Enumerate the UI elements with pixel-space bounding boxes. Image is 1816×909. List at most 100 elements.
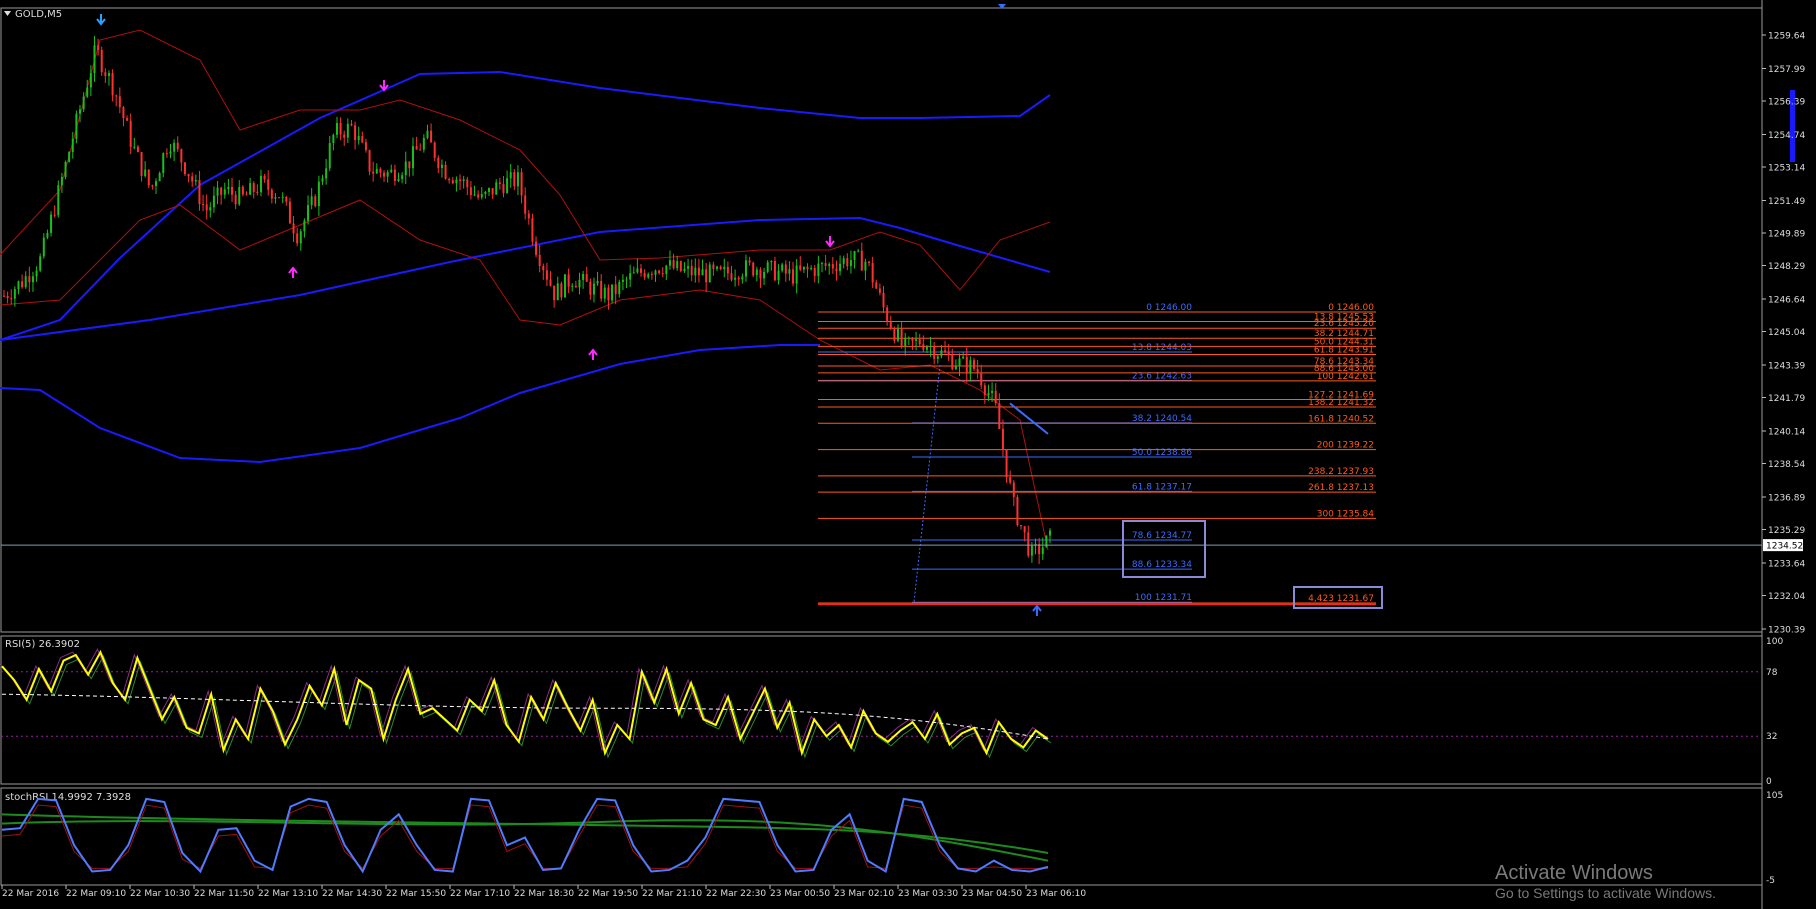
time-tick-label: 22 Mar 14:30 — [322, 889, 382, 899]
candle-body — [332, 134, 335, 144]
candle-body — [111, 72, 114, 96]
candle-body — [256, 191, 259, 193]
candle-body — [296, 233, 299, 244]
trading-chart[interactable]: GOLD,M5 1259.64 1257.99 1256.39 1254.74 1253… — [0, 0, 1816, 909]
candle-body — [241, 186, 244, 195]
candle-body — [140, 152, 143, 177]
candle-body — [991, 390, 994, 393]
price-tick-label: 1259.64 — [1768, 32, 1805, 42]
candle-body — [737, 277, 740, 280]
rsi-tick-label: 100 — [1766, 637, 1783, 647]
fib-down-label: 100 1231.71 — [1135, 593, 1192, 603]
candle-body — [89, 73, 92, 88]
candle-body — [679, 261, 682, 272]
candle-body — [147, 169, 150, 186]
candle-body — [802, 266, 805, 270]
candle-body — [886, 307, 889, 322]
activation-watermark: Activate Windows Go to Settings to activ… — [1495, 862, 1716, 901]
candle-body — [734, 277, 737, 280]
rsi-panel[interactable] — [0, 635, 1763, 785]
candle-body — [477, 194, 480, 198]
candle-body — [545, 270, 548, 280]
candle-body — [129, 120, 132, 147]
rsi-tick-label: 0 — [1766, 777, 1772, 787]
price-tick-label: 1246.64 — [1768, 296, 1805, 306]
candle-body — [357, 136, 360, 141]
rsi-tick-label: 32 — [1766, 732, 1777, 742]
fib-down-label: 78.6 1234.77 — [1132, 531, 1192, 541]
candle-body — [191, 176, 194, 182]
candle-body — [1016, 496, 1019, 526]
candle-body — [448, 178, 451, 181]
candle-body — [393, 169, 396, 181]
candle-body — [1041, 547, 1044, 555]
candle-body — [259, 175, 262, 193]
candle-body — [176, 142, 179, 150]
stochrsi-title: stochRSI 14.9992 7.3928 — [5, 792, 131, 803]
candle-body — [571, 285, 574, 287]
candle-body — [564, 274, 567, 298]
candle-body — [795, 265, 798, 284]
candle-body — [126, 118, 129, 121]
time-tick-label: 22 Mar 13:10 — [258, 889, 318, 899]
candle-body — [777, 270, 780, 281]
time-tick-label: 23 Mar 00:50 — [770, 889, 830, 899]
price-tick-label: 1257.99 — [1768, 65, 1805, 75]
price-tick-label: 1232.04 — [1768, 592, 1805, 602]
main-chart-panel[interactable] — [0, 7, 1763, 633]
candle-body — [567, 274, 570, 287]
candle-body — [104, 72, 107, 76]
candle-body — [187, 174, 190, 177]
candle-body — [1023, 526, 1026, 533]
candle-body — [621, 279, 624, 282]
candle-body — [701, 269, 704, 276]
candle-body — [582, 274, 585, 280]
candle-body — [527, 213, 530, 219]
candle-body — [719, 266, 722, 270]
candle-body — [944, 350, 947, 353]
candle-body — [712, 264, 715, 269]
candle-body — [13, 289, 16, 299]
candle-body — [469, 187, 472, 196]
candle-body — [144, 169, 147, 177]
fib-up-label: 238.2 1237.93 — [1308, 467, 1374, 477]
rsi-title: RSI(5) 26.3902 — [5, 639, 80, 650]
candle-body — [947, 352, 950, 355]
candle-body — [842, 258, 845, 264]
candle-body — [611, 284, 614, 301]
candle-body — [473, 194, 476, 196]
candle-body — [849, 260, 852, 267]
candle-body — [430, 130, 433, 143]
candle-body — [799, 265, 802, 270]
time-tick-label: 22 Mar 15:50 — [386, 889, 446, 899]
candle-body — [462, 179, 465, 182]
candle-body — [596, 280, 599, 284]
candle-body — [694, 267, 697, 276]
candle-body — [350, 123, 353, 126]
candle-body — [600, 280, 603, 299]
candle-body — [42, 237, 45, 257]
candle-body — [6, 295, 9, 299]
price-tick-label: 1235.29 — [1768, 526, 1805, 536]
candle-body — [28, 276, 31, 283]
candle-body — [198, 180, 201, 204]
candle-body — [122, 107, 125, 119]
candle-body — [372, 171, 375, 174]
candle-body — [281, 196, 284, 198]
candle-body — [419, 149, 422, 151]
candle-body — [165, 153, 168, 155]
fib-down-label: 38.2 1240.54 — [1132, 414, 1192, 424]
candle-body — [194, 180, 197, 182]
candle-body — [911, 337, 914, 341]
candle-body — [50, 214, 53, 233]
candle-body — [654, 270, 657, 275]
time-tick-label: 22 Mar 21:10 — [642, 889, 702, 899]
candle-body — [223, 189, 226, 195]
candle-body — [643, 272, 646, 278]
price-tick-label: 1254.74 — [1768, 131, 1805, 141]
candle-body — [813, 268, 816, 276]
candle-body — [603, 287, 606, 299]
candle-body — [238, 186, 241, 205]
candle-body — [520, 172, 523, 196]
candle-body — [278, 197, 281, 199]
